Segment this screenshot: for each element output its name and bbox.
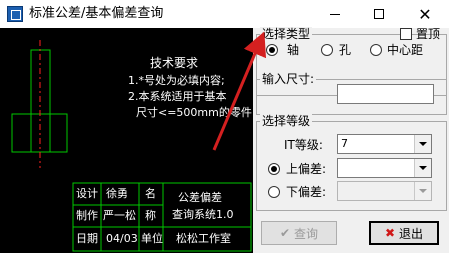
name-label-2: 称 [145, 209, 156, 222]
check-icon: ✔ [279, 226, 291, 240]
exit-button[interactable]: ✖ 退出 [369, 221, 439, 245]
make-label: 制作 [76, 209, 98, 222]
close-icon: ✕ [418, 4, 432, 24]
query-button[interactable]: ✔ 查询 [261, 221, 337, 245]
radio-shaft[interactable] [266, 44, 278, 56]
radio-upper-deviation[interactable] [268, 163, 280, 175]
date-value: 04/03 [106, 232, 138, 245]
chevron-down-icon [414, 182, 431, 200]
radio-hole-label: 孔 [339, 43, 352, 57]
it-grade-select[interactable]: 7 [337, 134, 432, 154]
lower-deviation-select[interactable] [337, 181, 432, 201]
product-name-line-2: 查询系统1.0 [172, 208, 234, 221]
note-line-3: 尺寸<=500mm的零件. [136, 106, 253, 119]
query-button-label: 查询 [294, 226, 319, 241]
organization-name: 松松工作室 [176, 232, 231, 245]
control-panel: 选择类型 置顶 轴 孔 中心距 输入尺寸: 选择等级 IT等级: 7 上偏差: … [253, 27, 449, 253]
note-line-1: 1.*号处为必填内容; [128, 74, 225, 87]
size-input[interactable] [337, 84, 434, 104]
maker-name: 严一松 [103, 209, 136, 222]
close-button[interactable]: ✕ [403, 0, 447, 28]
it-grade-label: IT等级: [284, 138, 323, 152]
maximize-icon [374, 9, 384, 19]
close-icon: ✖ [384, 226, 396, 240]
radio-center-distance[interactable] [370, 44, 382, 56]
name-label: 名 [145, 187, 156, 200]
design-label: 设计 [76, 187, 98, 200]
drawing-canvas: 技术要求 1.*号处为必填内容; 2.本系统适用于基本 尺寸<=500mm的零件… [0, 28, 253, 253]
lower-deviation-label: 下偏差: [286, 185, 327, 199]
exit-button-label: 退出 [399, 226, 424, 241]
type-group-legend: 选择类型 [260, 27, 313, 41]
upper-deviation-select[interactable] [337, 158, 432, 178]
radio-lower-deviation[interactable] [268, 186, 280, 198]
notes-heading: 技术要求 [150, 56, 199, 70]
note-line-2: 2.本系统适用于基本 [128, 90, 227, 103]
chevron-down-icon [414, 159, 431, 177]
maximize-button[interactable] [357, 0, 401, 28]
grade-group-legend: 选择等级 [260, 114, 313, 128]
upper-deviation-label: 上偏差: [286, 162, 327, 176]
radio-hole[interactable] [321, 44, 333, 56]
size-group-legend: 输入尺寸: [260, 72, 317, 86]
minimize-icon [330, 13, 340, 15]
app-icon [7, 6, 23, 22]
chevron-down-icon [414, 135, 431, 153]
date-label: 日期 [76, 232, 98, 245]
window-title: 标准公差/基本偏差查询 [29, 6, 164, 21]
designer-name: 徐勇 [106, 187, 128, 200]
product-name-line-1: 公差偏差 [178, 191, 222, 204]
pin-on-top-label: 置顶 [416, 27, 441, 41]
it-grade-value: 7 [341, 137, 348, 150]
radio-center-distance-label: 中心距 [387, 43, 424, 57]
pin-on-top-checkbox[interactable] [400, 28, 412, 40]
minimize-button[interactable] [313, 0, 357, 28]
title-bar: 标准公差/基本偏差查询 ✕ [0, 0, 449, 28]
unit-label: 单位 [141, 232, 163, 245]
radio-shaft-label: 轴 [287, 43, 300, 57]
